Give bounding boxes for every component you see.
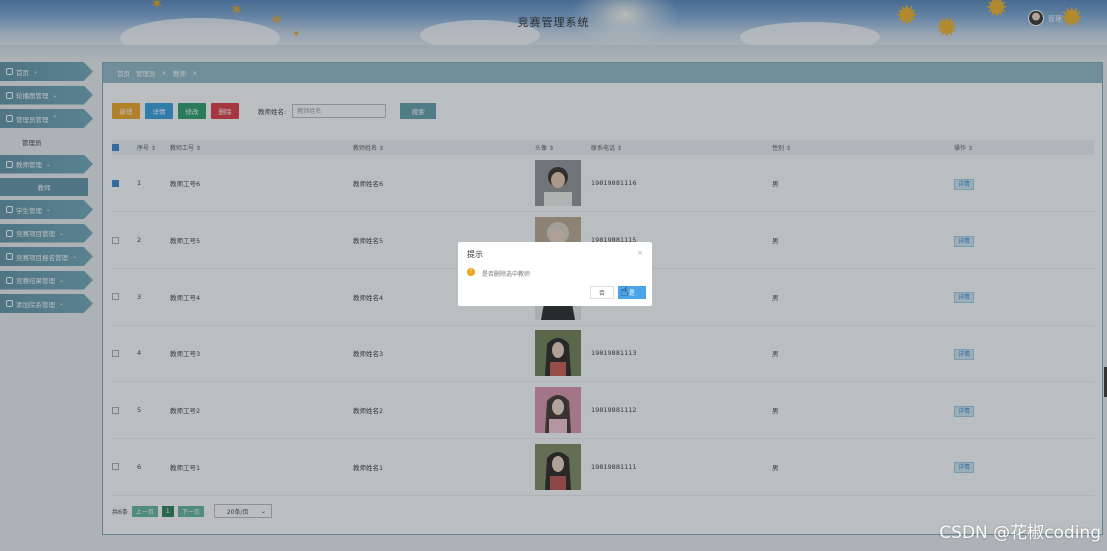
watermark: CSDN @花椒coding <box>939 523 1101 543</box>
dialog-message: 是否删除选中教师 <box>482 271 531 278</box>
warning-icon: ! <box>467 268 475 276</box>
hand-cursor-icon: ☝ <box>620 284 629 300</box>
cancel-button[interactable]: 否 <box>590 286 614 299</box>
close-icon[interactable]: × <box>637 249 643 257</box>
dialog-title: 提示 <box>467 250 483 259</box>
